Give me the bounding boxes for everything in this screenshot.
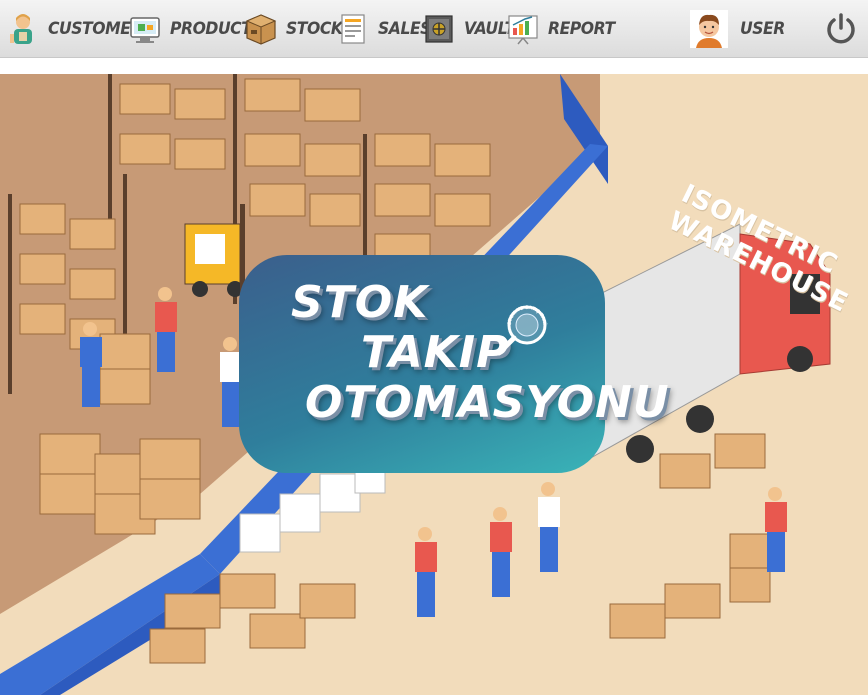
stok-takip-banner: STOK TAKIP OTOMASYONU STOK VE SATIŞ TAKİ… — [239, 255, 669, 473]
nav-report[interactable]: REPORT — [506, 8, 621, 50]
nav-user[interactable]: USER — [690, 8, 789, 50]
nav-separator — [0, 58, 868, 74]
nav-label-user: USER — [740, 19, 785, 39]
customer-icon — [10, 14, 32, 44]
nav-label-product: PRODUCT — [170, 19, 252, 39]
power-icon[interactable] — [824, 12, 858, 46]
nav-sales[interactable]: SALES — [336, 8, 436, 50]
stock-box-icon — [245, 14, 277, 45]
nav-label-stock: STOCK — [286, 19, 343, 39]
product-icon — [130, 17, 160, 43]
top-nav-bar: CUSTOMER PRODUCT STOCK SALES VAULT REPOR… — [0, 0, 868, 58]
user-avatar-icon — [690, 10, 728, 48]
nav-label-report: REPORT — [548, 19, 615, 39]
vault-icon — [425, 15, 453, 43]
sales-icon — [341, 14, 365, 44]
nav-product[interactable]: PRODUCT — [128, 8, 259, 50]
nav-vault[interactable]: VAULT — [422, 8, 519, 50]
nav-stock[interactable]: STOCK — [244, 8, 347, 50]
report-chart-icon — [508, 15, 538, 45]
banner-line-3: OTOMASYONU — [305, 377, 670, 428]
magnifier-icon: STOK VE SATIŞ TAKİP SİSTEMİ — [491, 289, 548, 356]
banner-line-1: STOK — [291, 277, 429, 328]
banner-line-2: TAKIP — [361, 327, 510, 378]
